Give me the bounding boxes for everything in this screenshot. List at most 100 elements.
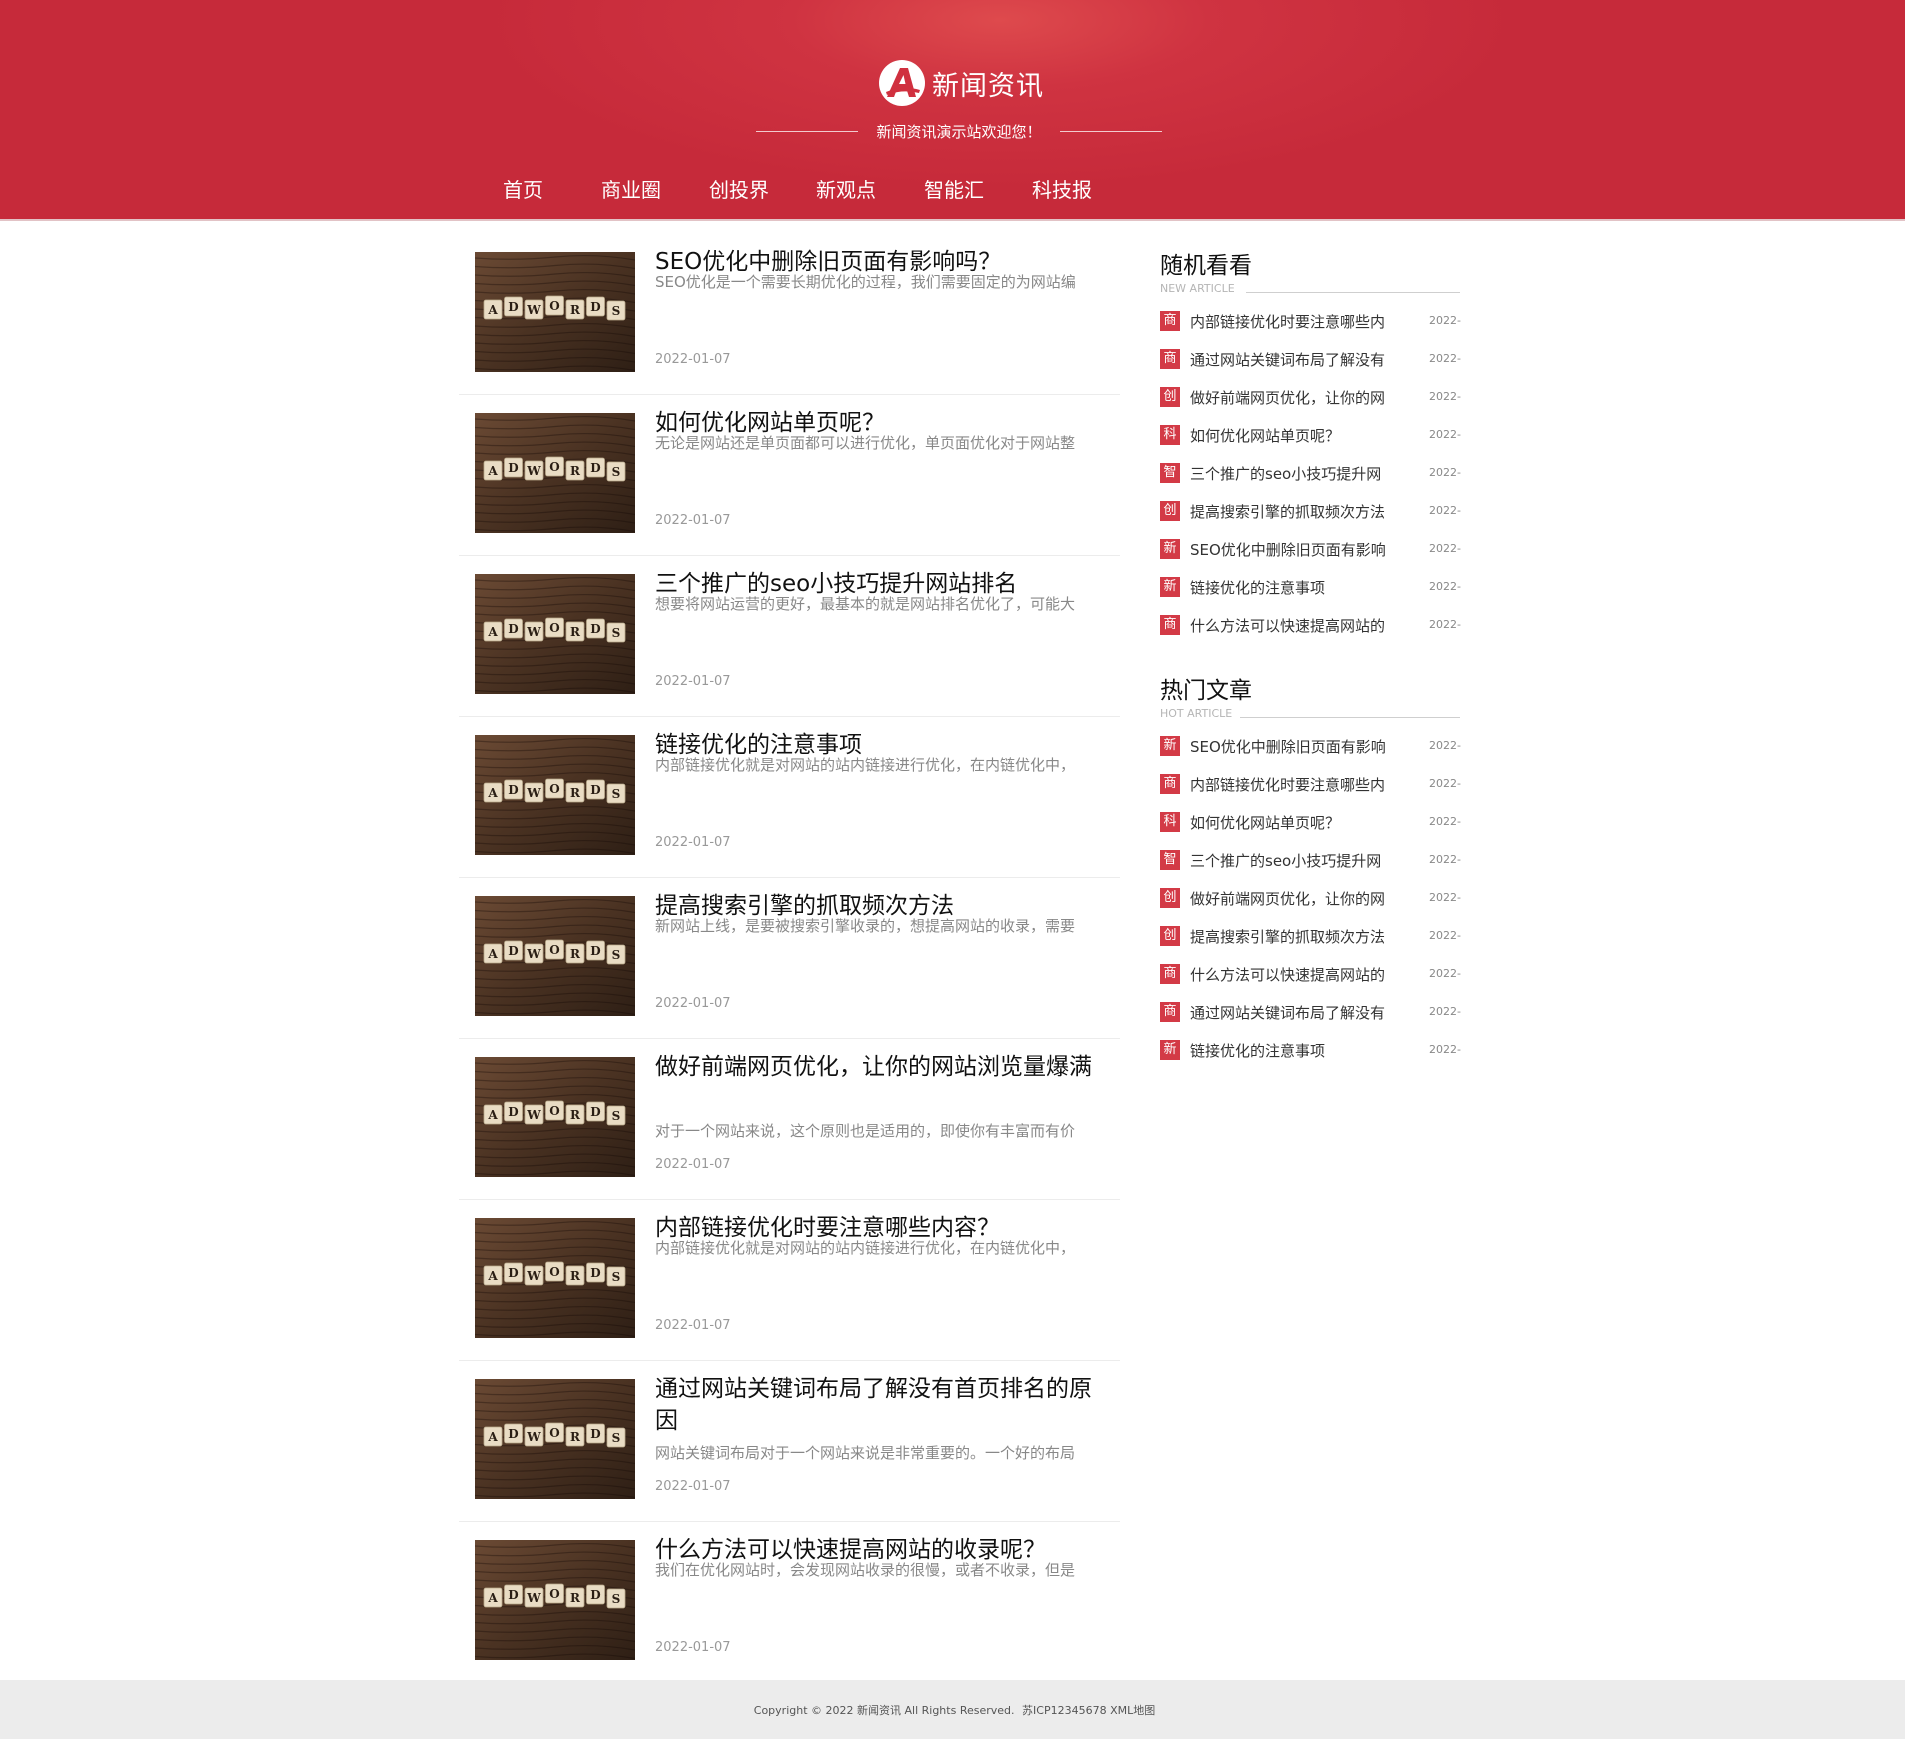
sidebar-article-item[interactable]: 新 SEO优化中删除旧页面有影响 2022-	[1160, 735, 1461, 759]
sidebar-article-title: 通过网站关键词布局了解没有	[1190, 1004, 1386, 1022]
scrabble-letter: O	[549, 621, 559, 635]
article-summary: SEO优化是一个需要长期优化的过程，我们需要固定的为网站编	[655, 273, 1076, 291]
sidebar-article-title: 如何优化网站单页呢？	[1190, 814, 1341, 832]
sidebar-article-item[interactable]: 商通过网站关键词布局了解没有 2022-	[1160, 348, 1461, 372]
article-thumbnail[interactable]: ADWORDS	[475, 252, 635, 372]
site-brand: 新闻资讯	[932, 70, 1044, 102]
sidebar-article-date: 2022-	[1429, 929, 1461, 942]
sidebar-article-item[interactable]: 商内部链接优化时要注意哪些内 2022-	[1160, 773, 1461, 797]
article-thumbnail[interactable]: ADWORDS	[475, 574, 635, 694]
scrabble-letter: R	[570, 1430, 581, 1444]
article-thumbnail[interactable]: ADWORDS	[475, 413, 635, 533]
sidebar-article-title: 链接优化的注意事项	[1190, 1042, 1326, 1060]
sidebar-article-item[interactable]: 科如何优化网站单页呢？ 2022-	[1160, 424, 1461, 448]
article-date: 2022-01-07	[655, 674, 731, 689]
scrabble-letter: W	[526, 1108, 541, 1122]
section-title: 热门文章	[1160, 678, 1252, 704]
scrabble-letter: R	[570, 464, 581, 478]
sidebar-article-date: 2022-	[1429, 1005, 1461, 1018]
article-item[interactable]: A D W O R D S 链接优化的注意事项 内部链接优化就是对网站的站内链接进行优化，在内链…	[459, 717, 1120, 878]
nav-item-tech[interactable]: 科技报	[1032, 174, 1092, 203]
sidebar-article-item[interactable]: 商内部链接优化时要注意哪些内 2022-	[1160, 310, 1461, 334]
scrabble-letter: O	[549, 460, 559, 474]
article-thumbnail[interactable]: ADWORDS	[475, 1540, 635, 1660]
scrabble-letter: D	[590, 944, 600, 958]
scrabble-letter: D	[508, 1588, 518, 1602]
article-date: 2022-01-07	[655, 835, 731, 850]
scrabble-letter: W	[526, 1591, 541, 1605]
scrabble-letter: R	[570, 786, 581, 800]
sidebar-article-item[interactable]: 商通过网站关键词布局了解没有 2022-	[1160, 1001, 1461, 1025]
article-date: 2022-01-07	[655, 1479, 731, 1494]
sidebar-article-item[interactable]: 新链接优化的注意事项 2022-	[1160, 576, 1461, 600]
sidebar-article-item[interactable]: 智三个推广的seo小技巧提升网 2022-	[1160, 462, 1461, 486]
article-date: 2022-01-07	[655, 996, 731, 1011]
site-logo[interactable]: 新闻资讯	[878, 59, 1044, 107]
scrabble-letter: D	[508, 1266, 518, 1280]
category-badge: 商	[1160, 615, 1180, 635]
article-thumbnail[interactable]: ADWORDS	[475, 1218, 635, 1338]
article-item[interactable]: A D W O R D S 提高搜索引擎的抓取频次方法 新网站上线，是要被搜索引擎收录的，想提高…	[459, 878, 1120, 1039]
sidebar-article-item[interactable]: 商什么方法可以快速提高网站的 2022-	[1160, 614, 1461, 638]
slogan-block: 新闻资讯演示站欢迎您！	[756, 120, 1162, 142]
sidebar-article-item[interactable]: 商什么方法可以快速提高网站的 2022-	[1160, 963, 1461, 987]
footer-sitemap-link[interactable]: XML地图	[1110, 1704, 1155, 1717]
nav-item-smart[interactable]: 智能汇	[924, 174, 984, 203]
article-date: 2022-01-07	[655, 1157, 731, 1172]
article-thumbnail[interactable]: ADWORDS	[475, 896, 635, 1016]
scrabble-letter: R	[570, 1591, 581, 1605]
scrabble-letter: A	[487, 1591, 498, 1605]
sidebar-article-title: 链接优化的注意事项	[1190, 579, 1326, 597]
article-summary: 新网站上线，是要被搜索引擎收录的，想提高网站的收录，需要	[655, 917, 1076, 935]
sidebar-article-item[interactable]: 科如何优化网站单页呢？ 2022-	[1160, 811, 1461, 835]
scrabble-letter: D	[590, 300, 600, 314]
article-item[interactable]: A D W O R D S 什么方法可以快速提高网站的收录呢？ 我们在优化网站时，会发现网站收录…	[459, 1522, 1120, 1683]
scrabble-letter: D	[590, 783, 600, 797]
category-badge: 新	[1160, 577, 1180, 597]
sidebar-article-date: 2022-	[1429, 1043, 1461, 1056]
category-badge: 智	[1160, 463, 1180, 483]
scrabble-letter: S	[612, 304, 621, 318]
article-item[interactable]: A D W O R D S 内部链接优化时要注意哪些内容？ 内部链接优化就是对网站的站内链接进行…	[459, 1200, 1120, 1361]
article-item[interactable]: A D W O R D S 做好前端网页优化，让你的网站浏览量爆满 对于一个网站来说，这个原则也…	[459, 1039, 1120, 1200]
article-title[interactable]: 通过网站关键词布局了解没有首页排名的原因	[655, 1373, 1095, 1437]
scrabble-letter: R	[570, 303, 581, 317]
scrabble-letter: D	[508, 300, 518, 314]
nav-item-viewpoint[interactable]: 新观点	[816, 174, 876, 203]
sidebar-article-date: 2022-	[1429, 777, 1461, 790]
article-thumbnail[interactable]: ADWORDS	[475, 735, 635, 855]
article-thumbnail[interactable]: ADWORDS	[475, 1379, 635, 1499]
sidebar-article-item[interactable]: 新 SEO优化中删除旧页面有影响 2022-	[1160, 538, 1461, 562]
sidebar-article-item[interactable]: 创做好前端网页优化，让你的网 2022-	[1160, 887, 1461, 911]
scrabble-letter: S	[612, 948, 621, 962]
article-summary: 无论是网站还是单页面都可以进行优化，单页面优化对于网站整	[655, 434, 1076, 452]
slogan-divider-right	[1060, 131, 1162, 132]
sidebar-article-item[interactable]: 创提高搜索引擎的抓取频次方法 2022-	[1160, 925, 1461, 949]
sidebar-article-date: 2022-	[1429, 580, 1461, 593]
scrabble-letter: S	[612, 626, 621, 640]
article-date: 2022-01-07	[655, 513, 731, 528]
nav-item-venture[interactable]: 创投界	[709, 174, 769, 203]
logo-a-icon	[879, 60, 925, 106]
nav-item-business[interactable]: 商业圈	[601, 174, 661, 203]
sidebar-article-item[interactable]: 创提高搜索引擎的抓取频次方法 2022-	[1160, 500, 1461, 524]
sidebar-article-item[interactable]: 智三个推广的seo小技巧提升网 2022-	[1160, 849, 1461, 873]
category-badge: 创	[1160, 926, 1180, 946]
nav-item-home[interactable]: 首页	[503, 174, 543, 203]
category-badge: 创	[1160, 387, 1180, 407]
article-item[interactable]: A D W O R D S 通过网站关键词布局了解没有首页排名的原因 网站关键词布局对于一个网站…	[459, 1361, 1120, 1522]
article-item[interactable]: A D W O R D S 三个推广的seo小技巧提升网站排名 想要将网站运营的更好，最基本的就…	[459, 556, 1120, 717]
category-badge: 新	[1160, 736, 1180, 756]
article-thumbnail[interactable]: ADWORDS	[475, 1057, 635, 1177]
sidebar-article-item[interactable]: 新链接优化的注意事项 2022-	[1160, 1039, 1461, 1063]
article-item[interactable]: A D W O R D S 如何优化网站单页呢？ 无论是网站还是单页面都可以进行优化，单页面优化…	[459, 395, 1120, 556]
sidebar-article-item[interactable]: 创做好前端网页优化，让你的网 2022-	[1160, 386, 1461, 410]
article-title[interactable]: 做好前端网页优化，让你的网站浏览量爆满	[655, 1051, 1095, 1083]
site-header: 新闻资讯 新闻资讯演示站欢迎您！ 首页 商业圈 创投界 新观点 智能汇 科技报	[0, 0, 1905, 221]
footer-icp-link[interactable]: 苏ICP12345678	[1022, 1704, 1107, 1717]
scrabble-letter: W	[526, 303, 541, 317]
sidebar-article-date: 2022-	[1429, 314, 1461, 327]
sidebar-article-date: 2022-	[1429, 428, 1461, 441]
scrabble-letter: O	[549, 1426, 559, 1440]
article-item[interactable]: A D W O R D S SEO优化中删除旧页面有影响吗？ SEO优化是一个需要长期优化的过程…	[459, 234, 1120, 395]
